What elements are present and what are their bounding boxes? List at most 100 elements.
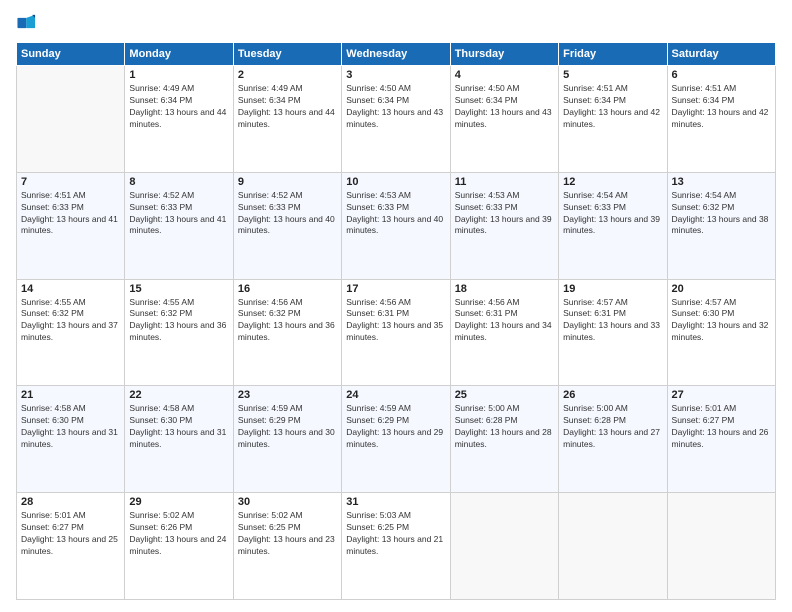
day-info: Sunrise: 4:56 AMSunset: 6:32 PMDaylight:… bbox=[238, 297, 337, 345]
day-number: 10 bbox=[346, 176, 445, 188]
calendar-cell: 16Sunrise: 4:56 AMSunset: 6:32 PMDayligh… bbox=[233, 279, 341, 386]
calendar-table: SundayMondayTuesdayWednesdayThursdayFrid… bbox=[16, 42, 776, 600]
day-info: Sunrise: 4:50 AMSunset: 6:34 PMDaylight:… bbox=[346, 83, 445, 131]
weekday-header: Friday bbox=[559, 43, 667, 66]
calendar-cell: 25 Sunrise: 5:00 AMSunset: 6:28 PMDayligh… bbox=[450, 386, 558, 493]
header bbox=[16, 12, 776, 34]
day-info: Sunrise: 4:49 AMSunset: 6:34 PMDaylight:… bbox=[129, 83, 228, 131]
day-number: 5 bbox=[563, 69, 662, 81]
day-info: Sunrise: 4:56 AMSunset: 6:31 PMDaylight:… bbox=[346, 297, 445, 345]
day-number: 29 bbox=[129, 496, 228, 508]
day-number: 22 bbox=[129, 389, 228, 401]
day-number: 30 bbox=[238, 496, 337, 508]
day-number: 21 bbox=[21, 389, 120, 401]
day-info: Sunrise: 5:01 AMSunset: 6:27 PMDaylight:… bbox=[21, 510, 120, 558]
day-number: 15 bbox=[129, 283, 228, 295]
day-info: Sunrise: 5:02 AMSunset: 6:26 PMDaylight:… bbox=[129, 510, 228, 558]
calendar-cell: 8 Sunrise: 4:52 AMSunset: 6:33 PMDaylight… bbox=[125, 172, 233, 279]
calendar-week-row: 21 Sunrise: 4:58 AMSunset: 6:30 PMDayligh… bbox=[17, 386, 776, 493]
weekday-header: Saturday bbox=[667, 43, 775, 66]
calendar-cell bbox=[17, 66, 125, 173]
day-number: 1 bbox=[129, 69, 228, 81]
calendar-cell: 15 Sunrise: 4:55 AMSunset: 6:32 PMDayligh… bbox=[125, 279, 233, 386]
calendar-cell: 19 Sunrise: 4:57 AMSunset: 6:31 PMDayligh… bbox=[559, 279, 667, 386]
day-number: 23 bbox=[238, 389, 337, 401]
calendar-cell bbox=[559, 493, 667, 600]
day-info: Sunrise: 4:57 AMSunset: 6:30 PMDaylight:… bbox=[672, 297, 771, 345]
calendar-cell: 29 Sunrise: 5:02 AMSunset: 6:26 PMDayligh… bbox=[125, 493, 233, 600]
day-number: 11 bbox=[455, 176, 554, 188]
day-info: Sunrise: 4:51 AMSunset: 6:33 PMDaylight:… bbox=[21, 190, 120, 238]
calendar-cell: 5 Sunrise: 4:51 AMSunset: 6:34 PMDaylight… bbox=[559, 66, 667, 173]
weekday-header: Thursday bbox=[450, 43, 558, 66]
day-info: Sunrise: 4:58 AMSunset: 6:30 PMDaylight:… bbox=[129, 403, 228, 451]
day-info: Sunrise: 4:54 AMSunset: 6:33 PMDaylight:… bbox=[563, 190, 662, 238]
day-number: 14 bbox=[21, 283, 120, 295]
day-info: Sunrise: 4:59 AMSunset: 6:29 PMDaylight:… bbox=[238, 403, 337, 451]
calendar-cell: 4 Sunrise: 4:50 AMSunset: 6:34 PMDaylight… bbox=[450, 66, 558, 173]
calendar-cell: 23 Sunrise: 4:59 AMSunset: 6:29 PMDayligh… bbox=[233, 386, 341, 493]
day-info: Sunrise: 5:03 AMSunset: 6:25 PMDaylight:… bbox=[346, 510, 445, 558]
day-info: Sunrise: 4:58 AMSunset: 6:30 PMDaylight:… bbox=[21, 403, 120, 451]
day-info: Sunrise: 4:56 AMSunset: 6:31 PMDaylight:… bbox=[455, 297, 554, 345]
day-info: Sunrise: 4:59 AMSunset: 6:29 PMDaylight:… bbox=[346, 403, 445, 451]
calendar-cell: 26Sunrise: 5:00 AMSunset: 6:28 PMDayligh… bbox=[559, 386, 667, 493]
calendar-cell: 22 Sunrise: 4:58 AMSunset: 6:30 PMDayligh… bbox=[125, 386, 233, 493]
calendar-cell: 7 Sunrise: 4:51 AMSunset: 6:33 PMDaylight… bbox=[17, 172, 125, 279]
calendar-cell: 27 Sunrise: 5:01 AMSunset: 6:27 PMDayligh… bbox=[667, 386, 775, 493]
day-number: 31 bbox=[346, 496, 445, 508]
calendar-cell: 14 Sunrise: 4:55 AMSunset: 6:32 PMDayligh… bbox=[17, 279, 125, 386]
day-number: 18 bbox=[455, 283, 554, 295]
weekday-header: Wednesday bbox=[342, 43, 450, 66]
day-number: 12 bbox=[563, 176, 662, 188]
day-number: 19 bbox=[563, 283, 662, 295]
day-info: Sunrise: 5:01 AMSunset: 6:27 PMDaylight:… bbox=[672, 403, 771, 451]
calendar-week-row: 7 Sunrise: 4:51 AMSunset: 6:33 PMDaylight… bbox=[17, 172, 776, 279]
day-info: Sunrise: 4:49 AMSunset: 6:34 PMDaylight:… bbox=[238, 83, 337, 131]
calendar-cell: 9Sunrise: 4:52 AMSunset: 6:33 PMDaylight… bbox=[233, 172, 341, 279]
calendar-cell: 20 Sunrise: 4:57 AMSunset: 6:30 PMDayligh… bbox=[667, 279, 775, 386]
calendar-cell bbox=[667, 493, 775, 600]
day-number: 20 bbox=[672, 283, 771, 295]
day-info: Sunrise: 4:53 AMSunset: 6:33 PMDaylight:… bbox=[346, 190, 445, 238]
day-info: Sunrise: 5:02 AMSunset: 6:25 PMDaylight:… bbox=[238, 510, 337, 558]
calendar-cell: 18 Sunrise: 4:56 AMSunset: 6:31 PMDayligh… bbox=[450, 279, 558, 386]
day-number: 17 bbox=[346, 283, 445, 295]
day-number: 27 bbox=[672, 389, 771, 401]
calendar-cell: 17 Sunrise: 4:56 AMSunset: 6:31 PMDayligh… bbox=[342, 279, 450, 386]
logo bbox=[16, 12, 42, 34]
day-number: 24 bbox=[346, 389, 445, 401]
calendar-cell: 11Sunrise: 4:53 AMSunset: 6:33 PMDayligh… bbox=[450, 172, 558, 279]
calendar-cell: 10 Sunrise: 4:53 AMSunset: 6:33 PMDayligh… bbox=[342, 172, 450, 279]
day-number: 3 bbox=[346, 69, 445, 81]
day-number: 9 bbox=[238, 176, 337, 188]
day-info: Sunrise: 4:57 AMSunset: 6:31 PMDaylight:… bbox=[563, 297, 662, 345]
weekday-header: Sunday bbox=[17, 43, 125, 66]
day-info: Sunrise: 5:00 AMSunset: 6:28 PMDaylight:… bbox=[563, 403, 662, 451]
day-number: 8 bbox=[129, 176, 228, 188]
page: SundayMondayTuesdayWednesdayThursdayFrid… bbox=[0, 0, 792, 612]
day-number: 2 bbox=[238, 69, 337, 81]
day-number: 4 bbox=[455, 69, 554, 81]
day-info: Sunrise: 4:52 AMSunset: 6:33 PMDaylight:… bbox=[129, 190, 228, 238]
weekday-header: Tuesday bbox=[233, 43, 341, 66]
calendar-cell: 13Sunrise: 4:54 AMSunset: 6:32 PMDayligh… bbox=[667, 172, 775, 279]
day-number: 13 bbox=[672, 176, 771, 188]
logo-icon bbox=[16, 12, 38, 34]
calendar-cell: 6Sunrise: 4:51 AMSunset: 6:34 PMDaylight… bbox=[667, 66, 775, 173]
day-number: 28 bbox=[21, 496, 120, 508]
day-number: 7 bbox=[21, 176, 120, 188]
day-info: Sunrise: 4:55 AMSunset: 6:32 PMDaylight:… bbox=[21, 297, 120, 345]
day-number: 25 bbox=[455, 389, 554, 401]
calendar-cell: 2 Sunrise: 4:49 AMSunset: 6:34 PMDaylight… bbox=[233, 66, 341, 173]
day-info: Sunrise: 4:51 AMSunset: 6:34 PMDaylight:… bbox=[563, 83, 662, 131]
day-info: Sunrise: 4:51 AMSunset: 6:34 PMDaylight:… bbox=[672, 83, 771, 131]
day-info: Sunrise: 4:50 AMSunset: 6:34 PMDaylight:… bbox=[455, 83, 554, 131]
calendar-cell: 12 Sunrise: 4:54 AMSunset: 6:33 PMDayligh… bbox=[559, 172, 667, 279]
calendar-cell: 1 Sunrise: 4:49 AMSunset: 6:34 PMDaylight… bbox=[125, 66, 233, 173]
day-info: Sunrise: 4:55 AMSunset: 6:32 PMDaylight:… bbox=[129, 297, 228, 345]
calendar-cell: 31 Sunrise: 5:03 AMSunset: 6:25 PMDayligh… bbox=[342, 493, 450, 600]
calendar-cell: 21 Sunrise: 4:58 AMSunset: 6:30 PMDayligh… bbox=[17, 386, 125, 493]
calendar-week-row: 28 Sunrise: 5:01 AMSunset: 6:27 PMDayligh… bbox=[17, 493, 776, 600]
day-info: Sunrise: 5:00 AMSunset: 6:28 PMDaylight:… bbox=[455, 403, 554, 451]
